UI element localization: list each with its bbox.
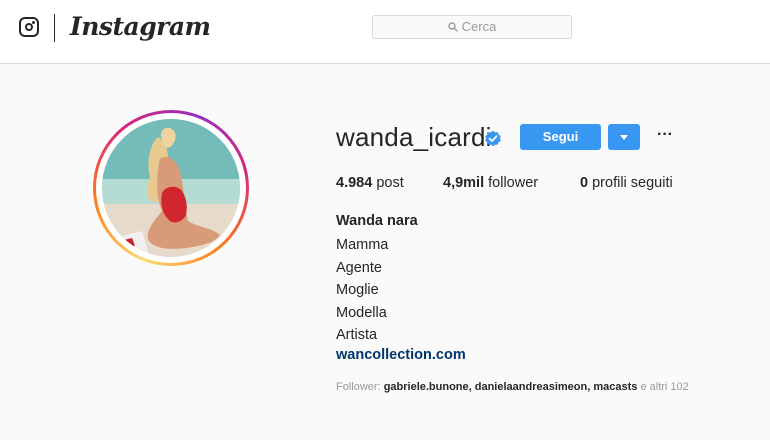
followed-by-summary[interactable]: Follower: gabriele.bunone, danielaandrea… [336,381,689,393]
profile-avatar[interactable] [93,110,249,266]
stat-following-value: 0 [580,175,589,191]
profile-bio: Mamma Agente Moglie Modella Artista [336,234,388,347]
stat-following[interactable]: 0 profili seguiti [580,175,673,191]
bio-line: Modella [336,304,387,321]
followed-by-names: gabriele.bunone, danielaandreasimeon, ma… [383,381,638,393]
profile-website-link[interactable]: wancollection.com [336,347,466,363]
search-input[interactable]: Cerca [372,15,572,39]
avatar-photo [102,119,240,257]
followed-by-suffix: e altri 102 [640,381,689,393]
bio-line: Moglie [336,282,379,299]
search-placeholder: Cerca [461,19,497,34]
bio-line: Mamma [336,237,389,253]
more-options-button[interactable]: ··· [655,125,675,147]
bio-line: Artista [336,327,378,344]
top-navigation-bar: Instagram Cerca [0,0,770,64]
bio-line: Agente [336,259,382,276]
profile-username: wanda_icardi [336,122,492,152]
stat-posts: 4.984 post [336,175,404,191]
followed-by-prefix: Follower: [336,381,381,393]
stat-followers[interactable]: 4,9mil follower [443,175,538,191]
follow-button[interactable]: Segui [520,124,601,150]
logo-divider [54,14,55,42]
stat-posts-value: 4.984 [336,175,373,191]
instagram-wordmark-logo[interactable]: Instagram [70,12,211,41]
instagram-camera-icon[interactable] [19,17,39,37]
suggested-accounts-dropdown-button[interactable] [608,124,640,150]
stat-followers-label: follower [488,175,539,191]
verified-badge-icon [485,130,501,147]
caret-down-icon [620,135,628,140]
stat-following-label: profili seguiti [592,175,673,191]
profile-full-name: Wanda nara [336,213,418,229]
stat-posts-label: post [376,175,404,191]
stat-followers-value: 4,9mil [443,175,485,191]
search-icon [447,22,458,32]
